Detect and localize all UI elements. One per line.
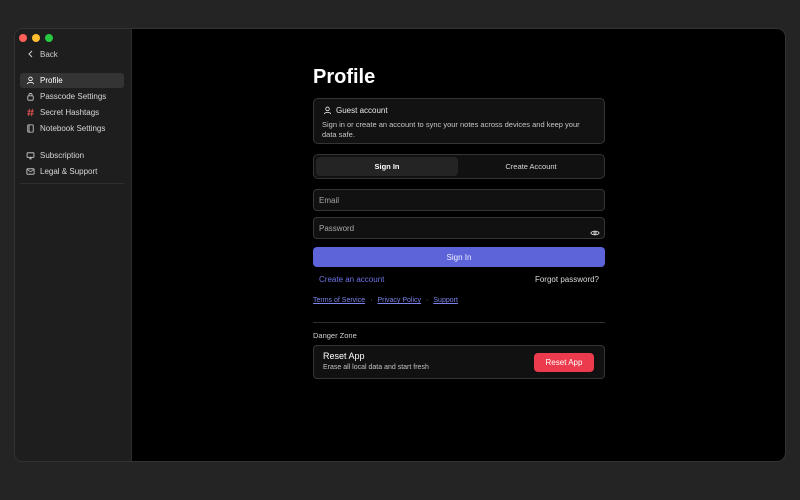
back-label: Back bbox=[40, 49, 58, 59]
subscription-icon bbox=[25, 151, 35, 161]
sidebar-item-label: Notebook Settings bbox=[40, 124, 106, 133]
sidebar-item-subscription[interactable]: Subscription bbox=[20, 148, 124, 163]
notebook-icon bbox=[25, 124, 35, 134]
danger-zone-card: Reset App Erase all local data and start… bbox=[313, 345, 605, 379]
sign-in-button[interactable]: Sign In bbox=[313, 247, 605, 267]
app-window: Back Profile Passcode Settings Secret Ha… bbox=[14, 28, 786, 462]
lock-icon bbox=[25, 92, 35, 102]
privacy-policy-link[interactable]: Privacy Policy bbox=[377, 297, 421, 304]
reset-app-button[interactable]: Reset App bbox=[534, 353, 594, 372]
guest-account-header: Guest account bbox=[322, 105, 596, 115]
danger-zone-title: Danger Zone bbox=[313, 331, 357, 340]
sidebar-item-label: Subscription bbox=[40, 151, 85, 160]
auth-tabs: Sign In Create Account bbox=[313, 154, 605, 179]
minimize-window-button[interactable] bbox=[32, 34, 40, 42]
hashtag-icon bbox=[25, 108, 35, 118]
user-icon bbox=[25, 76, 35, 86]
guest-account-description: Sign in or create an account to sync you… bbox=[322, 120, 580, 139]
sidebar-item-notebook-settings[interactable]: Notebook Settings bbox=[20, 121, 124, 136]
back-button[interactable]: Back bbox=[26, 49, 58, 59]
email-field bbox=[313, 189, 605, 211]
chevron-left-icon bbox=[26, 49, 36, 59]
sidebar-item-profile[interactable]: Profile bbox=[20, 73, 124, 88]
sidebar-divider bbox=[20, 183, 124, 184]
guest-account-card: Guest account Sign in or create an accou… bbox=[313, 98, 605, 144]
window-controls bbox=[19, 34, 53, 42]
close-window-button[interactable] bbox=[19, 34, 27, 42]
terms-of-service-link[interactable]: Terms of Service bbox=[313, 297, 365, 304]
guest-account-heading: Guest account bbox=[336, 105, 388, 115]
password-field bbox=[313, 217, 605, 239]
sidebar-item-label: Secret Hashtags bbox=[40, 108, 100, 117]
settings-nav: Profile Passcode Settings Secret Hashtag… bbox=[20, 73, 124, 180]
support-link[interactable]: Support bbox=[433, 297, 458, 304]
profile-panel: Profile Guest account Sign in or create … bbox=[313, 66, 605, 379]
legal-links: Terms of Service · Privacy Policy · Supp… bbox=[313, 297, 605, 304]
sidebar-item-legal-support[interactable]: Legal & Support bbox=[20, 164, 124, 179]
user-icon bbox=[322, 105, 332, 115]
forgot-password-link[interactable]: Forgot password? bbox=[535, 275, 599, 284]
tab-sign-in[interactable]: Sign In bbox=[316, 157, 458, 176]
sidebar-item-label: Passcode Settings bbox=[40, 92, 107, 101]
sidebar-item-passcode-settings[interactable]: Passcode Settings bbox=[20, 89, 124, 104]
section-divider bbox=[313, 322, 605, 323]
eye-icon[interactable] bbox=[590, 224, 600, 242]
password-input[interactable] bbox=[314, 218, 604, 239]
email-input[interactable] bbox=[314, 190, 604, 211]
sidebar-item-label: Legal & Support bbox=[40, 167, 98, 176]
sidebar-item-label: Profile bbox=[40, 76, 63, 85]
mail-icon bbox=[25, 167, 35, 177]
page-title: Profile bbox=[313, 66, 376, 88]
link-separator: · bbox=[426, 297, 429, 304]
maximize-window-button[interactable] bbox=[45, 34, 53, 42]
create-account-link[interactable]: Create an account bbox=[319, 275, 384, 284]
link-separator: · bbox=[370, 297, 373, 304]
tab-create-account[interactable]: Create Account bbox=[460, 157, 602, 176]
auth-links-row: Create an account Forgot password? bbox=[313, 275, 605, 284]
sidebar: Back Profile Passcode Settings Secret Ha… bbox=[15, 29, 132, 461]
sidebar-item-secret-hashtags[interactable]: Secret Hashtags bbox=[20, 105, 124, 120]
